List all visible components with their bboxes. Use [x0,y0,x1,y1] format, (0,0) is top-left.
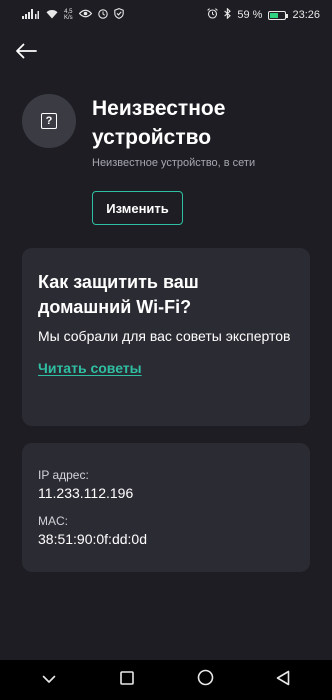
home-icon [197,669,214,691]
status-bar-left: 4,5 K/s [22,8,124,22]
cellular-signal-icon [22,8,40,22]
status-bar-right: 59 % 23:26 [207,7,320,22]
mac-address-value: 38:51:90:0f:dd:0d [38,531,147,547]
recent-apps-icon [120,670,134,690]
device-subtitle: Неизвестное устройство, в сети [92,157,256,169]
navigation-bar [0,660,332,700]
ip-address-label: IP адрес: [38,468,89,482]
device-avatar: ? [22,94,76,148]
device-details-screen: 4,5 K/s 59 % 23:26 ? Неизвестное устройс… [0,0,332,700]
unknown-device-icon: ? [41,113,57,129]
wifi-icon [46,9,58,22]
clock-time: 23:26 [292,9,320,21]
back-triangle-icon [276,670,290,691]
wifi-tips-card: Как защитить ваш домашний Wi-Fi? Мы собр… [22,248,310,426]
shield-check-icon [113,8,124,22]
status-bar: 4,5 K/s 59 % 23:26 [0,0,332,30]
tips-title: Как защитить ваш домашний Wi-Fi? [38,272,199,317]
mac-address-label: MAC: [38,514,68,528]
network-speed: 4,5 K/s [64,9,73,21]
network-speed-unit: K/s [64,15,73,21]
chevron-down-icon [42,671,56,689]
tips-description: Мы собрали для вас советы экспертов [38,328,291,344]
clock-icon [97,8,108,22]
system-back-button[interactable] [268,665,298,695]
hide-nav-button[interactable] [34,665,64,695]
eye-icon [78,9,92,21]
edit-button[interactable]: Изменить [92,191,183,225]
battery-icon [268,10,289,20]
arrow-left-icon [15,43,37,64]
recent-apps-button[interactable] [112,665,142,695]
bluetooth-icon [224,7,232,22]
ip-address-value: 11.233.112.196 [38,485,134,501]
back-button[interactable] [14,42,38,64]
read-tips-link[interactable]: Читать советы [38,360,142,376]
battery-fill [270,12,279,18]
battery-percent: 59 % [237,9,263,21]
network-info-card: IP адрес: 11.233.112.196 MAC: 38:51:90:0… [22,443,310,572]
home-button[interactable] [190,665,220,695]
alarm-icon [207,8,219,22]
device-title: Неизвестное устройство [92,97,226,149]
